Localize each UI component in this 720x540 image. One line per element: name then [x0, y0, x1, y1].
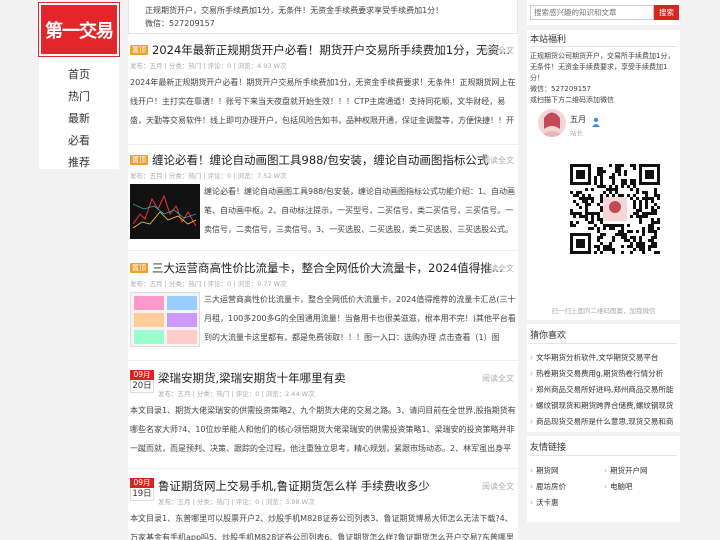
article-title[interactable]: 2024年最新正规期货开户必看！期货开户交易所手续费加1分，无资...	[152, 42, 510, 58]
nav-item-recommend[interactable]: 推荐	[39, 154, 119, 170]
read-more-link[interactable]: 阅读全文	[482, 155, 514, 166]
nav-item-home[interactable]: 首页	[39, 66, 119, 82]
article-title[interactable]: 三大运营商高性价比流量卡，整合全网低价大流量卡，2024值得推...	[152, 260, 503, 276]
site-logo[interactable]: 第一交易	[38, 2, 120, 57]
article-thumbnail-cards[interactable]	[130, 292, 200, 347]
article-title[interactable]: 鲁证期货网上交易手机,鲁证期货怎么样 手续费收多少	[158, 478, 430, 494]
chart-thumbnail-graphic	[132, 194, 197, 229]
welfare-wechat: 微信：527209157	[530, 85, 592, 93]
divider	[530, 46, 677, 47]
article-thumbnail-chart[interactable]	[130, 184, 200, 239]
date-month: 09月	[130, 478, 154, 488]
pinned-badge: 置顶	[130, 45, 148, 55]
notice-line-2: 微信：527209157	[145, 19, 215, 28]
guess-item[interactable]: › 热卷期货交易费用g,期货热卷行情分析	[530, 368, 663, 379]
date-badge: 09月 19日	[130, 478, 154, 501]
cards-thumbnail-graphic	[134, 296, 197, 344]
welfare-text: 正规期货公司期货开户，交易所手续费加1分，无条件！无资金手续费要求，享受手续费加…	[530, 52, 675, 82]
article-meta: 发布：五月 | 分类：热门 | 评论：0 | 浏览：9.77 W次	[130, 280, 287, 288]
sidebar: 搜索 本站福利 正规期货公司期货开户，交易所手续费加1分，无条件！无资金手续费要…	[527, 0, 680, 540]
article-excerpt: 三大运营商高性价比流量卡，整合全网低价大流量卡，2024值得推荐的流量卡汇总(三…	[204, 295, 516, 342]
date-day: 20日	[130, 380, 154, 393]
article-meta: 发布：五月 | 分类：热门 | 评论：0 | 浏览：4.93 W次	[130, 62, 287, 70]
read-more-link[interactable]: 阅读全文	[482, 45, 514, 56]
author-role: 站长	[570, 129, 583, 137]
divider	[128, 250, 518, 251]
read-more-link[interactable]: 阅读全文	[482, 373, 514, 384]
date-badge: 09月 20日	[130, 370, 154, 393]
guess-panel: 猜你喜欢 › 文华期货分析软件,文华期货交易平台 › 热卷期货交易费用g,期货热卷行…	[527, 324, 680, 432]
article-title[interactable]: 梁瑞安期货,梁瑞安期货十年哪里有卖	[158, 370, 346, 386]
article-title-row[interactable]: 置顶 2024年最新正规期货开户必看！期货开户交易所手续费加1分，无资...	[130, 42, 510, 58]
date-month: 09月	[130, 370, 154, 380]
notice-line-1: 正规期货开户，交易所手续费加1分，无条件！无资金手续费要求享受手续费加1分！	[145, 6, 444, 15]
article-meta: 发布：五月 | 分类：热门 | 评论：0 | 浏览：3.98 W次	[158, 498, 315, 506]
avatar-icon	[542, 112, 562, 137]
links-title: 友情链接	[530, 443, 567, 453]
welfare-qr-note: 或扫描下方二维码添加微信	[530, 96, 614, 104]
article-excerpt: 本文目录1、东普哪里可以股票开户2、炒股手机M828证券公司列表3、鲁证期货博易…	[130, 514, 514, 540]
read-more-link[interactable]: 阅读全文	[482, 263, 514, 274]
article-title-row[interactable]: 置顶 缠论必看！缠论自动画图工具988/包安装，缠论自动画图指标公式	[130, 152, 488, 168]
friend-link[interactable]: › 沃卡惠	[530, 497, 559, 508]
article-title[interactable]: 缠论必看！缠论自动画图工具988/包安装，缠论自动画图指标公式	[152, 152, 488, 168]
main-content: 正规期货开户，交易所手续费加1分，无条件！无资金手续费要求享受手续费加1分！ 微…	[128, 0, 518, 540]
author-name[interactable]: 五月	[570, 114, 586, 125]
welfare-title: 本站福利	[530, 35, 567, 45]
article-meta: 发布：五月 | 分类：热门 | 评论：0 | 浏览：2.44 W次	[158, 390, 315, 398]
search-input[interactable]	[530, 5, 654, 20]
guess-item[interactable]: › 文华期货分析软件,文华期货交易平台	[530, 352, 658, 363]
article-excerpt: 本文目录1、期货大佬梁瑞安的供需投资策略2、九个期货大佬的交易之路。3、请问目前…	[130, 406, 516, 453]
pinned-badge: 置顶	[130, 155, 148, 165]
guess-item[interactable]: › 商品现货交易所是什么意思,现货交易和商	[530, 416, 673, 427]
friend-link[interactable]: › 鹿坊房价	[530, 481, 566, 492]
wechat-qr-code	[570, 153, 660, 265]
divider	[530, 455, 677, 456]
friend-link[interactable]: › 期货开户网	[604, 465, 648, 476]
notice-box: 正规期货开户，交易所手续费加1分，无条件！无资金手续费要求享受手续费加1分！ 微…	[128, 0, 518, 34]
guess-item[interactable]: › 螺纹钢现货和期货跨界合储费,螺纹钢现货	[530, 400, 673, 411]
divider	[128, 360, 518, 361]
search-box: 搜索	[527, 0, 680, 25]
left-nav: 第一交易 首页 热门 最新 必看 推荐	[38, 2, 120, 170]
qr-caption: 扫一扫上面的二维码图案，加我微信	[551, 307, 656, 315]
article-meta: 发布：五月 | 分类：热门 | 评论：0 | 浏览：7.52 W次	[130, 172, 287, 180]
article-title-row[interactable]: 置顶 三大运营商高性价比流量卡，整合全网低价大流量卡，2024值得推...	[130, 260, 503, 276]
article-excerpt: 缠论必看！缠论自动画图工具988/包安装，缠论自动画图指标公式功能介绍：1、自动…	[204, 187, 516, 234]
date-day: 19日	[130, 488, 154, 501]
search-button[interactable]: 搜索	[654, 5, 679, 20]
divider	[128, 468, 518, 469]
divider	[128, 144, 518, 145]
nav-item-latest[interactable]: 最新	[39, 110, 119, 126]
friend-link[interactable]: › 期货网	[530, 465, 559, 476]
article-excerpt: 2024年最新正规期货开户必看！期货开户交易所手续费加1分，无资金手续费要求！无…	[130, 78, 516, 125]
welfare-panel: 本站福利 正规期货公司期货开户，交易所手续费加1分，无条件！无资金手续费要求，享…	[527, 30, 680, 320]
guess-item[interactable]: › 郑州商品交易所好进吗,郑州商品交易所能	[530, 384, 673, 395]
pinned-badge: 置顶	[130, 263, 148, 273]
guess-title: 猜你喜欢	[530, 331, 567, 341]
divider	[530, 343, 677, 344]
links-panel: 友情链接 › 期货网 › 期货开户网 › 鹿坊房价 › 电脑吧 › 沃卡惠	[527, 436, 680, 522]
nav-item-hot[interactable]: 热门	[39, 88, 119, 104]
read-more-link[interactable]: 阅读全文	[482, 481, 514, 492]
nav-item-must-see[interactable]: 必看	[39, 132, 119, 148]
user-badge-icon	[591, 112, 601, 127]
qr-code-icon	[570, 164, 660, 254]
author-avatar[interactable]	[538, 109, 566, 137]
friend-link[interactable]: › 电脑吧	[604, 481, 633, 492]
